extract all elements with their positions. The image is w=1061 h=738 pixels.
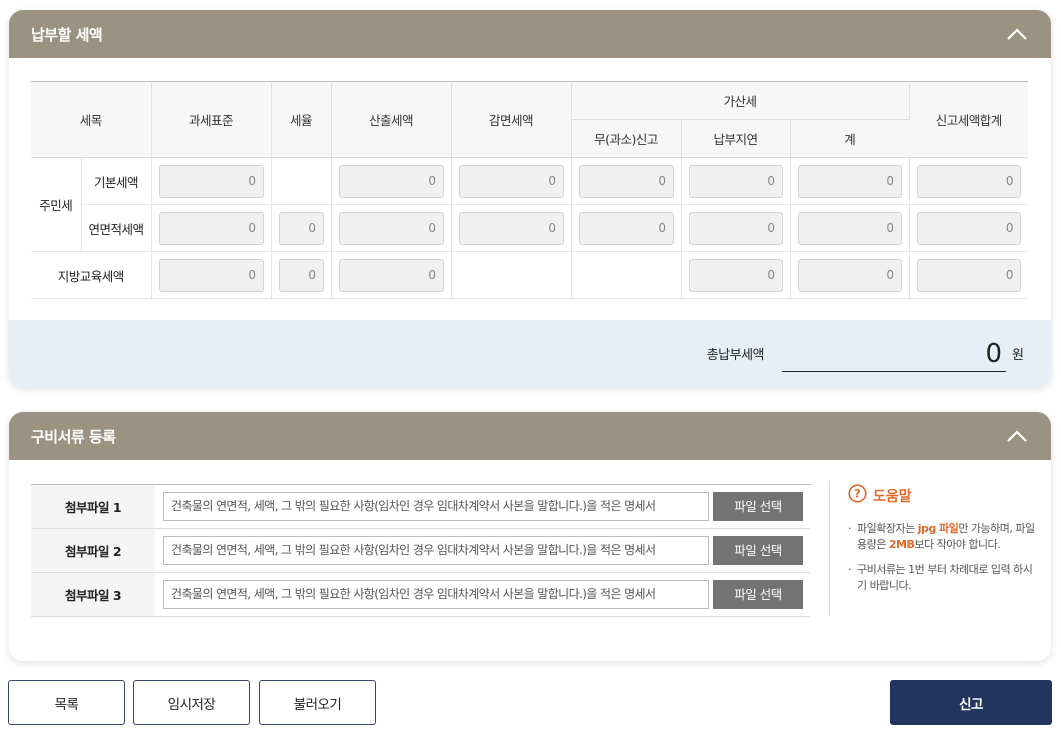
area-calculated-tax-field: 0	[338, 211, 444, 245]
file-select-button-3[interactable]: 파일 선택	[713, 580, 803, 609]
basic-total-field: 0	[916, 164, 1022, 198]
help-list: 파일확장자는 jpg 파일만 가능하며, 파일용량은 2MB보다 작아야 합니다…	[848, 521, 1039, 594]
header-total-reported: 신고세액합계	[909, 81, 1029, 158]
area-late-payment-field: 0	[688, 211, 783, 245]
temp-save-button[interactable]: 임시저장	[133, 680, 250, 725]
edu-tax-rate-field: 0	[278, 258, 324, 292]
header-additional-tax: 가산세	[571, 81, 910, 120]
header-tax-rate: 세율	[271, 81, 332, 158]
table-row: 주민세 기본세액 0 0 0 0 0 0 0	[31, 157, 1029, 252]
header-reduction-tax: 감면세액	[451, 81, 572, 158]
docs-panel-title: 구비서류 등록	[31, 427, 116, 446]
area-total-field: 0	[916, 211, 1022, 245]
edu-tax-base-field: 0	[158, 258, 264, 292]
attachment-label-2: 첨부파일 2	[31, 528, 155, 573]
attachment-input-3[interactable]: 건축물의 연면적, 세액, 그 밖의 필요한 사항(임차인 경우 임대차계약서 …	[163, 580, 709, 609]
tax-panel: 납부할 세액 세목 과세표준 세율 산출세액 감면세액 가산세 신고세액합계 무…	[9, 10, 1051, 387]
total-tax-bar: 총납부세액 0 원	[9, 320, 1051, 387]
tax-panel-title: 납부할 세액	[31, 25, 103, 44]
header-late-payment: 납부지연	[681, 119, 791, 158]
table-row: 연면적세액 0 0 0 0 0 0 0 0	[31, 204, 1029, 252]
basic-reduction-tax-field: 0	[458, 164, 564, 198]
chevron-up-icon[interactable]	[1005, 22, 1029, 46]
header-item: 세목	[31, 81, 152, 158]
table-row: 첨부파일 1 건축물의 연면적, 세액, 그 밖의 필요한 사항(임차인 경우 …	[31, 484, 811, 529]
file-select-button-2[interactable]: 파일 선택	[713, 536, 803, 565]
docs-panel: 구비서류 등록 첨부파일 1 건축물의 연면적, 세액, 그 밖의 필요한 사항…	[9, 412, 1051, 661]
help-title-text: 도움말	[873, 488, 912, 505]
file-select-button-1[interactable]: 파일 선택	[713, 492, 803, 521]
area-subtotal-field: 0	[797, 211, 902, 245]
header-tax-base: 과세표준	[151, 81, 272, 158]
basic-tax-base-field: 0	[158, 164, 264, 198]
docs-panel-header[interactable]: 구비서류 등록	[9, 412, 1051, 460]
tax-table: 세목 과세표준 세율 산출세액 감면세액 가산세 신고세액합계 무(과소)신고 …	[31, 81, 1029, 299]
attachment-input-1[interactable]: 건축물의 연면적, 세액, 그 밖의 필요한 사항(임차인 경우 임대차계약서 …	[163, 492, 709, 521]
header-subtotal: 계	[790, 119, 910, 158]
row-label-resident-tax: 주민세	[31, 157, 82, 252]
area-tax-base-field: 0	[158, 211, 264, 245]
attachments-table: 첨부파일 1 건축물의 연면적, 세액, 그 밖의 필요한 사항(임차인 경우 …	[31, 484, 811, 617]
svg-text:?: ?	[854, 487, 861, 501]
tax-panel-header[interactable]: 납부할 세액	[9, 10, 1051, 58]
basic-no-report-field: 0	[578, 164, 674, 198]
header-no-report: 무(과소)신고	[571, 119, 682, 158]
row-label-area-tax: 연면적세액	[81, 204, 152, 252]
total-tax-label: 총납부세액	[706, 348, 765, 363]
total-tax-unit: 원	[1012, 348, 1024, 363]
basic-calculated-tax-field: 0	[338, 164, 444, 198]
table-row: 첨부파일 3 건축물의 연면적, 세액, 그 밖의 필요한 사항(임차인 경우 …	[31, 572, 811, 617]
edu-calculated-tax-field: 0	[338, 258, 444, 292]
basic-late-payment-field: 0	[688, 164, 783, 198]
area-tax-rate-field: 0	[278, 211, 324, 245]
row-label-basic-tax: 기본세액	[81, 157, 152, 205]
header-calculated-tax: 산출세액	[331, 81, 452, 158]
submit-button[interactable]: 신고	[890, 680, 1052, 725]
total-tax-value: 0	[782, 336, 1007, 372]
help-title: ? 도움말	[848, 484, 1039, 507]
attachment-input-2[interactable]: 건축물의 연면적, 세액, 그 밖의 필요한 사항(임차인 경우 임대차계약서 …	[163, 536, 709, 565]
help-box: ? 도움말 파일확장자는 jpg 파일만 가능하며, 파일용량은 2MB보다 작…	[829, 482, 1039, 616]
row-label-local-edu-tax: 지방교육세액	[31, 251, 152, 299]
area-no-report-field: 0	[578, 211, 674, 245]
help-item: 파일확장자는 jpg 파일만 가능하며, 파일용량은 2MB보다 작아야 합니다…	[848, 521, 1039, 553]
help-item: 구비서류는 1번 부터 차례대로 입력 하시기 바랍니다.	[848, 562, 1039, 594]
attachment-label-3: 첨부파일 3	[31, 572, 155, 617]
load-button[interactable]: 불러오기	[259, 680, 376, 725]
edu-total-field: 0	[916, 258, 1022, 292]
list-button[interactable]: 목록	[8, 680, 125, 725]
attachment-label-1: 첨부파일 1	[31, 484, 155, 529]
table-row: 첨부파일 2 건축물의 연면적, 세액, 그 밖의 필요한 사항(임차인 경우 …	[31, 528, 811, 573]
table-row: 지방교육세액 0 0 0 0 0 0	[31, 251, 1029, 299]
chevron-up-icon[interactable]	[1005, 424, 1029, 448]
edu-subtotal-field: 0	[797, 258, 902, 292]
area-reduction-tax-field: 0	[458, 211, 564, 245]
basic-subtotal-field: 0	[797, 164, 902, 198]
question-circle-icon: ?	[848, 484, 867, 507]
edu-late-payment-field: 0	[688, 258, 783, 292]
